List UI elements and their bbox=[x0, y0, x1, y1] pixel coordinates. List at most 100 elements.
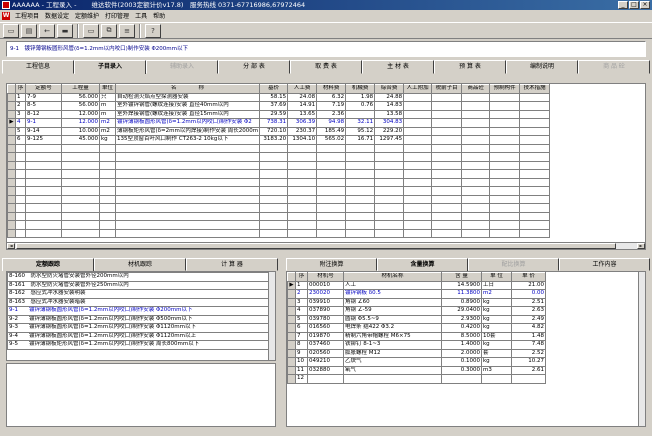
table-cell[interactable] bbox=[114, 177, 261, 187]
table-cell[interactable] bbox=[519, 92, 551, 102]
table-cell[interactable]: 1297.45 bbox=[374, 135, 405, 145]
table-cell[interactable] bbox=[61, 220, 100, 230]
table-cell[interactable] bbox=[431, 203, 463, 213]
table-cell[interactable] bbox=[25, 228, 62, 238]
menu-item[interactable]: 数据设定 bbox=[42, 11, 72, 20]
tab[interactable]: 分 部 表 bbox=[218, 60, 290, 74]
column-header[interactable]: 材料费 bbox=[316, 84, 347, 94]
table-cell[interactable] bbox=[431, 109, 463, 119]
table-cell[interactable] bbox=[99, 143, 116, 153]
table-cell[interactable]: 4 bbox=[15, 118, 26, 128]
table-cell[interactable] bbox=[345, 228, 376, 238]
table-cell[interactable]: 1.48 bbox=[511, 331, 546, 341]
list-item-text[interactable]: 8-161 防水型防火堵管安装管外径250mm以内 bbox=[7, 280, 270, 290]
table-cell[interactable]: 2.49 bbox=[511, 314, 546, 324]
table-cell[interactable]: kg bbox=[481, 314, 512, 324]
scroll-thumb[interactable] bbox=[16, 243, 616, 249]
empty-row[interactable] bbox=[7, 203, 551, 213]
empty-row[interactable] bbox=[7, 186, 551, 196]
table-cell[interactable] bbox=[345, 211, 376, 221]
table-cell[interactable]: 3 bbox=[15, 109, 26, 119]
table-cell[interactable] bbox=[461, 220, 491, 230]
table-cell[interactable] bbox=[15, 228, 26, 238]
table-cell[interactable] bbox=[316, 169, 347, 179]
table-cell[interactable] bbox=[403, 160, 433, 170]
table-cell[interactable] bbox=[287, 169, 318, 179]
table-cell[interactable]: 5 bbox=[15, 126, 26, 136]
table-cell[interactable]: 0.4200 bbox=[441, 323, 482, 333]
table-cell[interactable]: 2.52 bbox=[511, 348, 546, 358]
table-cell[interactable] bbox=[519, 109, 551, 119]
table-cell[interactable]: 230020 bbox=[307, 289, 344, 299]
table-cell[interactable] bbox=[25, 152, 62, 162]
table-cell[interactable] bbox=[374, 203, 405, 213]
table-cell[interactable] bbox=[287, 160, 318, 170]
back-arrow-icon[interactable]: ← bbox=[39, 23, 55, 38]
table-row[interactable]: 6 016560 电焊条 结422 Φ3.2 0.4200 kg 4.82 bbox=[287, 323, 546, 333]
folder-icon[interactable]: ▬ bbox=[57, 23, 73, 38]
table-cell[interactable]: 016560 bbox=[307, 323, 344, 333]
main-item-grid[interactable]: 序定额号 工程量 单位名 称基价 人工费 材料费 机械费 综合费 人工附加 税前子目 商品砼 预制构… bbox=[6, 83, 646, 243]
column-header[interactable]: 材机名称 bbox=[343, 272, 442, 282]
table-cell[interactable]: 镀锌钢板 δ0.5 bbox=[343, 289, 442, 299]
menu-item[interactable]: 工具 bbox=[132, 11, 150, 20]
tab[interactable]: 预 算 表 bbox=[434, 60, 506, 74]
table-cell[interactable]: 1304.10 bbox=[287, 135, 318, 145]
table-cell[interactable]: 4.82 bbox=[511, 323, 546, 333]
table-row[interactable]: ▶ 1 000010 人工 14.5900 工日 21.00 bbox=[287, 280, 546, 290]
table-cell[interactable] bbox=[25, 160, 62, 170]
table-cell[interactable] bbox=[287, 194, 318, 204]
table-cell[interactable]: 镀锌薄钢板圆形风管(δ=1.2mm以内咬口)制作安装 Φ2 bbox=[114, 118, 261, 128]
new-icon[interactable]: ▭ bbox=[3, 23, 19, 38]
table-cell[interactable]: 1.4000 bbox=[441, 340, 482, 350]
list-item-text[interactable]: 9-1 镀锌薄钢板圆形风管(δ=1.2mm以内咬口)制作安装 Φ200mm以下 bbox=[7, 306, 270, 316]
table-cell[interactable] bbox=[345, 177, 376, 187]
table-cell[interactable]: 8.5000 bbox=[441, 331, 482, 341]
table-cell[interactable] bbox=[403, 203, 433, 213]
tab[interactable]: 工程信息 bbox=[2, 60, 74, 74]
table-cell[interactable] bbox=[15, 203, 26, 213]
table-cell[interactable] bbox=[15, 152, 26, 162]
table-cell[interactable] bbox=[431, 177, 463, 187]
copy-icon[interactable]: ⧉ bbox=[101, 23, 117, 38]
table-cell[interactable] bbox=[519, 101, 551, 111]
table-cell[interactable]: 8 bbox=[295, 340, 308, 350]
table-cell[interactable] bbox=[431, 152, 463, 162]
table-cell[interactable] bbox=[403, 143, 433, 153]
list-item[interactable]: 9-5 镀锌薄钢板矩形风管(δ=1.2mm以内咬口)制作安装 周长800mm以下 bbox=[7, 340, 270, 350]
table-cell[interactable] bbox=[489, 152, 521, 162]
table-cell[interactable] bbox=[61, 177, 100, 187]
list-item[interactable]: 8-160 防水型防火堵管安装管外径200mm以内 bbox=[7, 272, 270, 282]
row-indicator[interactable] bbox=[287, 289, 296, 299]
table-cell[interactable]: 037460 bbox=[307, 340, 344, 350]
table-row[interactable]: 1 7-9 56.000 只自动检测火焰点型探测器安装 58.15 24.08 6.32 1.… bbox=[7, 92, 551, 102]
table-cell[interactable]: 10.27 bbox=[511, 357, 546, 367]
empty-row[interactable] bbox=[7, 194, 551, 204]
table-cell[interactable]: 7 bbox=[295, 331, 308, 341]
list-item[interactable]: 8-163 感应式冲水器安装暗装 bbox=[7, 297, 270, 307]
table-cell[interactable] bbox=[431, 118, 463, 128]
table-cell[interactable]: 135型顶窗百叶风口制作 CT263-2 10kg以下 bbox=[114, 135, 261, 145]
table-cell[interactable] bbox=[316, 152, 347, 162]
table-cell[interactable] bbox=[61, 194, 100, 204]
table-cell[interactable] bbox=[431, 160, 463, 170]
table-row[interactable]: 2 8-5 56.000 m 室外镀锌钢管(螺纹连接)安装 直径40mm以内 37.69 1… bbox=[7, 101, 551, 111]
table-cell[interactable] bbox=[461, 228, 491, 238]
table-cell[interactable]: 2 bbox=[295, 289, 308, 299]
table-cell[interactable] bbox=[25, 143, 62, 153]
table-cell[interactable] bbox=[316, 143, 347, 153]
table-cell[interactable]: kg bbox=[481, 340, 512, 350]
table-cell[interactable] bbox=[25, 203, 62, 213]
table-cell[interactable] bbox=[25, 177, 62, 187]
table-cell[interactable] bbox=[403, 126, 433, 136]
list-item[interactable]: 8-162 感应式冲水器安装明装 bbox=[7, 289, 270, 299]
table-cell[interactable] bbox=[489, 101, 521, 111]
table-cell[interactable] bbox=[519, 169, 551, 179]
table-cell[interactable]: 只 bbox=[99, 92, 116, 102]
table-row[interactable]: 3 8-12 12.000 m 室外焊接钢管(螺纹连接)安装 直径15mm以内 29.59… bbox=[7, 109, 551, 119]
table-cell[interactable]: m2 bbox=[99, 126, 116, 136]
table-cell[interactable] bbox=[15, 186, 26, 196]
row-indicator[interactable] bbox=[7, 109, 16, 119]
table-cell[interactable]: 4 bbox=[295, 306, 308, 316]
table-cell[interactable]: 049210 bbox=[307, 357, 344, 367]
